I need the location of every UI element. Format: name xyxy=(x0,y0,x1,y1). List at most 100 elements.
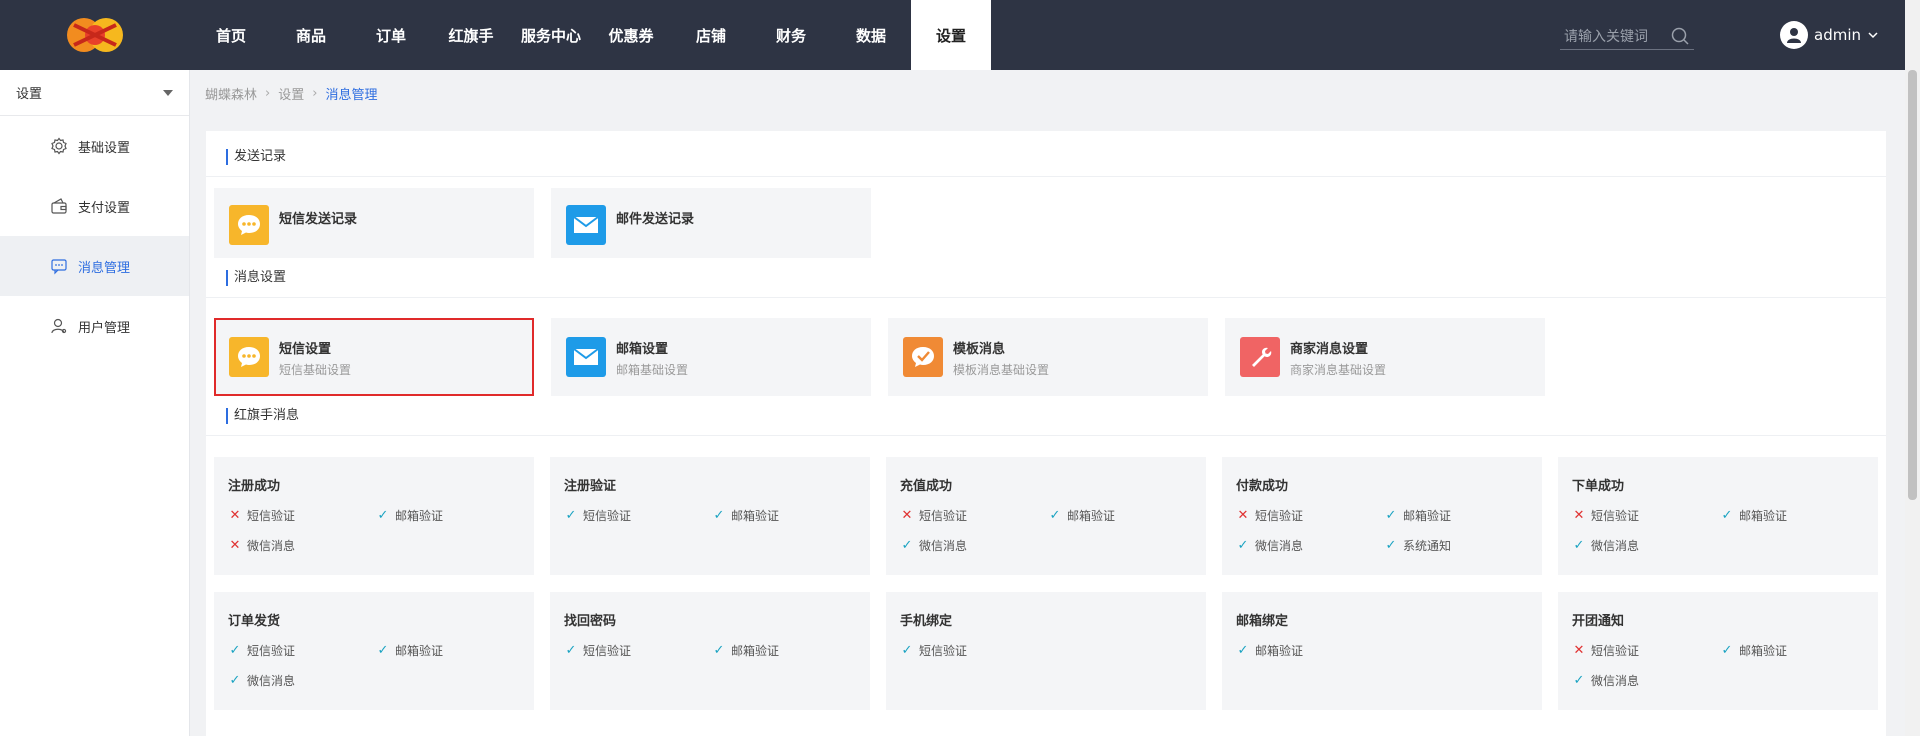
message-channel-toggle[interactable]: ✕ 短信验证 xyxy=(1572,642,1639,659)
message-card-1[interactable]: 注册验证 ✓ 短信验证 ✓ 邮箱验证 xyxy=(550,457,870,575)
message-channel-toggle[interactable]: ✕ 短信验证 xyxy=(1236,507,1303,524)
nav-item-4[interactable]: 服务中心 xyxy=(511,0,591,70)
send-record-card-0[interactable]: 短信发送记录 xyxy=(214,188,534,258)
message-card-6[interactable]: 找回密码 ✓ 短信验证 ✓ 邮箱验证 xyxy=(550,592,870,710)
message-channel-toggle[interactable]: ✓ 邮箱验证 xyxy=(712,507,779,524)
message-channel-toggle[interactable]: ✓ 邮箱验证 xyxy=(1720,507,1787,524)
message-channel-label: 微信消息 xyxy=(1255,539,1304,553)
message-channel-toggle[interactable]: ✓ 微信消息 xyxy=(228,672,295,689)
message-channel-toggle[interactable]: ✓ 微信消息 xyxy=(900,537,967,554)
message-channel-toggle[interactable]: ✓ 邮箱验证 xyxy=(1384,507,1451,524)
chat-icon xyxy=(229,337,269,377)
check-icon: ✓ xyxy=(1237,643,1249,658)
user-menu[interactable]: admin xyxy=(1780,20,1879,50)
message-card-0[interactable]: 注册成功 ✕ 短信验证 ✓ 邮箱验证 ✕ 微信消息 xyxy=(214,457,534,575)
sidebar-select[interactable]: 设置 xyxy=(0,70,189,116)
card-subtitle: 邮箱基础设置 xyxy=(616,363,689,377)
sidebar-item-0[interactable]: 基础设置 xyxy=(0,116,189,176)
check-icon: ✓ xyxy=(229,643,241,658)
scrollbar-thumb[interactable] xyxy=(1908,70,1917,500)
message-card-title: 邮箱绑定 xyxy=(1236,614,1289,629)
breadcrumb-item-home[interactable]: 蝴蝶森林 xyxy=(205,84,257,103)
chat-icon xyxy=(229,205,269,245)
message-setting-card-1[interactable]: 邮箱设置邮箱基础设置 xyxy=(551,318,871,396)
message-channel-toggle[interactable]: ✓ 邮箱验证 xyxy=(376,507,443,524)
message-setting-card-2[interactable]: 模板消息 模板消息基础设置 xyxy=(888,318,1208,396)
message-card-7[interactable]: 手机绑定 ✓ 短信验证 xyxy=(886,592,1206,710)
message-channel-toggle[interactable]: ✓ 短信验证 xyxy=(564,642,631,659)
message-setting-card-3[interactable]: 商家消息设置 商家消息基础设置 xyxy=(1225,318,1545,396)
message-channel-toggle[interactable]: ✓ 短信验证 xyxy=(564,507,631,524)
message-channel-label: 微信消息 xyxy=(247,674,296,688)
divider xyxy=(206,297,1886,298)
cross-icon: ✕ xyxy=(229,508,241,523)
message-channel-label: 短信验证 xyxy=(1591,509,1640,523)
sidebar-item-1[interactable]: 支付设置 xyxy=(0,176,189,236)
mail-icon xyxy=(566,337,606,377)
message-channel-toggle[interactable]: ✓ 邮箱验证 xyxy=(1048,507,1115,524)
card-subtitle: 短信基础设置 xyxy=(279,363,352,377)
cross-icon: ✕ xyxy=(1573,508,1585,523)
breadcrumb-item-current: 消息管理 xyxy=(325,87,378,103)
message-card-2[interactable]: 充值成功 ✕ 短信验证 ✓ 邮箱验证 ✓ 微信消息 xyxy=(886,457,1206,575)
message-channel-toggle[interactable]: ✕ 微信消息 xyxy=(228,537,295,554)
message-channel-toggle[interactable]: ✓ 短信验证 xyxy=(228,642,295,659)
message-card-title: 订单发货 xyxy=(228,614,281,629)
message-channel-label: 邮箱验证 xyxy=(731,644,780,658)
nav-item-3[interactable]: 红旗手 xyxy=(431,0,511,70)
main-panel: 发送记录 消息设置 红旗手消息 短信发送记录 邮件发送记录 短信设置 短信基础设置 邮箱… xyxy=(206,131,1886,736)
card-title: 邮箱设置 xyxy=(616,342,669,357)
message-channel-toggle[interactable]: ✓ 短信验证 xyxy=(900,642,967,659)
check-icon: ✓ xyxy=(1385,508,1397,523)
message-channel-toggle[interactable]: ✕ 短信验证 xyxy=(1572,507,1639,524)
message-setting-card-0[interactable]: 短信设置 短信基础设置 xyxy=(214,318,534,396)
search-icon[interactable] xyxy=(1670,26,1690,46)
gear-icon xyxy=(50,137,78,155)
search-box[interactable]: 请输入关键词 xyxy=(1560,22,1694,50)
message-card-title: 手机绑定 xyxy=(900,614,953,629)
breadcrumb-separator-icon: › xyxy=(265,85,271,101)
message-card-4[interactable]: 下单成功 ✕ 短信验证 ✓ 邮箱验证 ✓ 微信消息 xyxy=(1558,457,1878,575)
sidebar-item-2[interactable]: 消息管理 xyxy=(0,236,189,296)
nav-item-7[interactable]: 财务 xyxy=(751,0,831,70)
nav-item-1[interactable]: 商品 xyxy=(271,0,351,70)
message-card-8[interactable]: 邮箱绑定 ✓ 邮箱验证 xyxy=(1222,592,1542,710)
message-channel-toggle[interactable]: ✓ 微信消息 xyxy=(1236,537,1303,554)
message-channel-label: 微信消息 xyxy=(1591,539,1640,553)
message-card-title: 付款成功 xyxy=(1236,479,1289,494)
nav-item-5[interactable]: 优惠券 xyxy=(591,0,671,70)
message-card-5[interactable]: 订单发货 ✓ 短信验证 ✓ 邮箱验证 ✓ 微信消息 xyxy=(214,592,534,710)
message-channel-label: 邮箱验证 xyxy=(395,509,444,523)
nav-item-6[interactable]: 店铺 xyxy=(671,0,751,70)
sidebar: 设置 基础设置 支付设置 消息管理 用户管理 xyxy=(0,70,190,736)
message-channel-toggle[interactable]: ✓ 微信消息 xyxy=(1572,537,1639,554)
nav-item-8[interactable]: 数据 xyxy=(831,0,911,70)
message-channel-toggle[interactable]: ✕ 短信验证 xyxy=(228,507,295,524)
message-channel-label: 邮箱验证 xyxy=(1739,509,1788,523)
search-input[interactable]: 请输入关键词 xyxy=(1564,26,1648,46)
sidebar-item-3[interactable]: 用户管理 xyxy=(0,296,189,356)
message-channel-toggle[interactable]: ✓ 微信消息 xyxy=(1572,672,1639,689)
message-channel-toggle[interactable]: ✓ 邮箱验证 xyxy=(376,642,443,659)
card-title: 模板消息 xyxy=(953,342,1006,357)
user-avatar-icon xyxy=(1787,28,1801,43)
nav-item-0[interactable]: 首页 xyxy=(191,0,271,70)
breadcrumb-item-settings[interactable]: 设置 xyxy=(278,84,304,103)
message-channel-toggle[interactable]: ✓ 邮箱验证 xyxy=(712,642,779,659)
logo[interactable] xyxy=(60,13,132,57)
message-card-3[interactable]: 付款成功 ✕ 短信验证 ✓ 邮箱验证 ✓ 微信消息 ✓ 系统通知 xyxy=(1222,457,1542,575)
message-channel-toggle[interactable]: ✓ 邮箱验证 xyxy=(1720,642,1787,659)
avatar xyxy=(1780,21,1808,49)
scrollbar[interactable] xyxy=(1905,0,1920,736)
message-card-title: 充值成功 xyxy=(900,479,953,494)
nav-item-2[interactable]: 订单 xyxy=(351,0,431,70)
message-channel-toggle[interactable]: ✓ 系统通知 xyxy=(1384,537,1451,554)
message-channel-label: 邮箱验证 xyxy=(1403,509,1452,523)
nav-item-9[interactable]: 设置 xyxy=(911,0,991,70)
message-card-9[interactable]: 开团通知 ✕ 短信验证 ✓ 邮箱验证 ✓ 微信消息 xyxy=(1558,592,1878,710)
check-icon: ✓ xyxy=(1385,538,1397,553)
send-record-card-1[interactable]: 邮件发送记录 xyxy=(551,188,871,258)
message-channel-toggle[interactable]: ✓ 邮箱验证 xyxy=(1236,642,1303,659)
wrench-icon xyxy=(1240,337,1280,377)
message-channel-toggle[interactable]: ✕ 短信验证 xyxy=(900,507,967,524)
